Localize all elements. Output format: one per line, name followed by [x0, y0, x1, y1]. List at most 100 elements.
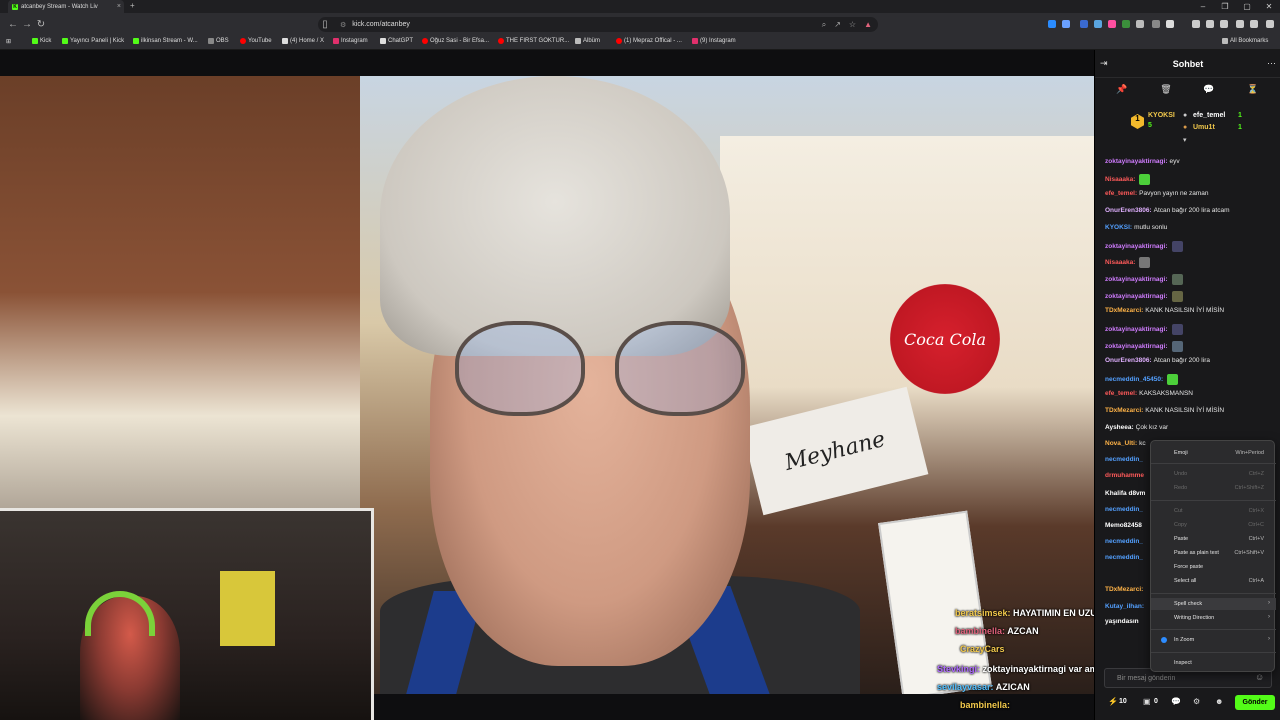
menu-item-undo[interactable]: Undo Ctrl+Z [1151, 468, 1276, 480]
extension-5-icon[interactable] [1108, 20, 1116, 28]
bookmark-item[interactable]: (1) Mepraz Offical - ... [616, 38, 682, 44]
expand-leaders-icon[interactable]: ▾ [1183, 136, 1187, 144]
channel-points-icon[interactable]: ⚡ [1108, 697, 1118, 706]
tabs-icon[interactable] [1220, 20, 1228, 28]
chat-username[interactable]: zoktayinayaktirnagi: [1105, 243, 1168, 250]
bookmark-item[interactable]: Albüm [575, 38, 600, 44]
all-bookmarks-button[interactable]: All Bookmarks [1222, 38, 1268, 44]
zoom-icon[interactable]: ⌕ [822, 20, 826, 30]
chat-username[interactable]: OnurEren3806: [1105, 207, 1152, 214]
chat-username[interactable]: necmeddin_ [1105, 554, 1143, 561]
settings-icon[interactable]: ⚙ [1193, 697, 1200, 706]
maximize-icon[interactable]: ❐ [1214, 0, 1236, 13]
star-icon[interactable]: ☆ [849, 20, 856, 29]
menu-item-select-all[interactable]: Select all Ctrl+A [1151, 575, 1276, 587]
chat-username[interactable]: Nisaaaka: [1105, 176, 1135, 183]
bookmark-item[interactable]: Instagram [333, 38, 368, 44]
extension-2-icon[interactable] [1062, 20, 1070, 28]
extension-1-icon[interactable] [1048, 20, 1056, 28]
chat-username[interactable]: Memo82458 [1105, 522, 1142, 529]
send-button[interactable]: Gönder [1235, 695, 1275, 710]
message-icon[interactable]: 💬 [1202, 84, 1216, 96]
chat-bubble-icon[interactable]: 💬 [1171, 697, 1181, 706]
emoji-picker-icon[interactable]: ☺ [1255, 672, 1264, 682]
shield-icon[interactable] [1250, 20, 1258, 28]
bookmark-item[interactable]: OBS [208, 38, 229, 44]
hourglass-icon[interactable]: ⏳ [1246, 84, 1260, 96]
chat-username[interactable]: zoktayinayaktirnagi: [1105, 158, 1168, 165]
bookmark-item[interactable]: Yayıncı Paneli | Kick [62, 38, 124, 44]
chat-username[interactable]: Aysheea: [1105, 424, 1134, 431]
address-bar[interactable]: ⚙ kick.com/atcanbey ⌕ ↗ ☆ ▲ [318, 17, 878, 32]
new-tab-button[interactable]: + [130, 1, 135, 10]
bookmark-item[interactable]: THE FIRST GOKTUR... [498, 38, 569, 44]
menu-item-copy[interactable]: Copy Ctrl+C [1151, 519, 1276, 531]
chat-username[interactable]: Nisaaaka: [1105, 259, 1135, 266]
chat-username[interactable]: KYOKSI: [1105, 224, 1132, 231]
bookmark-page-icon[interactable]: ▯ [318, 17, 332, 31]
chat-username[interactable]: OnurEren3806: [1105, 357, 1152, 364]
chat-username[interactable]: yaşındasın [1105, 618, 1139, 625]
extension-alert-icon[interactable]: ▲ [864, 20, 872, 29]
chat-username[interactable]: necmeddin_ [1105, 506, 1143, 513]
reload-icon[interactable]: ↻ [34, 17, 48, 31]
forward-icon[interactable]: → [20, 17, 34, 31]
reading-list-icon[interactable] [1206, 20, 1214, 28]
chat-more-icon[interactable]: ⋯ [1267, 58, 1276, 69]
chat-username[interactable]: zoktayinayaktirnagi: [1105, 293, 1168, 300]
chat-username[interactable]: zoktayinayaktirnagi: [1105, 276, 1168, 283]
gift-icon[interactable]: ▣ [1143, 697, 1151, 706]
sidebar-icon[interactable] [1192, 20, 1200, 28]
chat-username[interactable]: necmeddin_45450: [1105, 376, 1163, 383]
chat-username[interactable]: Nova_Ulti: [1105, 440, 1137, 447]
apps-grid-icon[interactable]: ⊞ [6, 38, 11, 45]
menu-item-paste[interactable]: Paste Ctrl+V [1151, 533, 1276, 545]
menu-item-inspect[interactable]: Inspect [1151, 657, 1276, 669]
extension-8-icon[interactable] [1152, 20, 1160, 28]
extension-3-icon[interactable] [1080, 20, 1088, 28]
chat-username[interactable]: TDxMezarci: [1105, 407, 1143, 414]
emote-icon[interactable]: ☻ [1215, 697, 1223, 706]
menu-item-paste-as-plain-text[interactable]: Paste as plain text Ctrl+Shift+V [1151, 547, 1276, 559]
restore-icon[interactable]: ▢ [1236, 0, 1258, 13]
extensions-puzzle-icon[interactable] [1166, 20, 1174, 28]
extension-4-icon[interactable] [1094, 20, 1102, 28]
back-icon[interactable]: ← [6, 17, 20, 31]
pin-icon[interactable]: 📌 [1115, 84, 1129, 96]
share-icon[interactable]: ↗ [834, 20, 841, 29]
trash-icon[interactable]: 🗑 [1159, 84, 1173, 96]
chat-username[interactable]: zoktayinayaktirnagi: [1105, 326, 1168, 333]
bookmark-item[interactable]: ChatGPT [380, 38, 413, 44]
chat-username[interactable]: zoktayinayaktirnagi: [1105, 343, 1168, 350]
chat-username[interactable]: necmeddin_ [1105, 538, 1143, 545]
chat-username[interactable]: Kutay_ilhan: [1105, 603, 1144, 610]
bookmark-item[interactable]: Oğuz Sasi - Bir Efsa... [422, 38, 489, 44]
menu-item-spell-check[interactable]: Spell check › [1151, 598, 1276, 610]
extension-7-icon[interactable] [1136, 20, 1144, 28]
tab-active[interactable]: K atcanbey Stream - Watch Liv × [8, 0, 124, 13]
menu-item-in-zoom[interactable]: In Zoom › [1151, 634, 1276, 646]
menu-item-cut[interactable]: Cut Ctrl+X [1151, 505, 1276, 517]
minimize-icon[interactable]: – [1192, 0, 1214, 13]
favorites-icon[interactable] [1236, 20, 1244, 28]
chat-username[interactable]: TDxMezarci: [1105, 586, 1143, 593]
extension-6-icon[interactable] [1122, 20, 1130, 28]
menu-item-writing-direction[interactable]: Writing Direction › [1151, 612, 1276, 624]
menu-item-redo[interactable]: Redo Ctrl+Shift+Z [1151, 482, 1276, 494]
chat-username[interactable]: drmuhamme [1105, 472, 1144, 479]
bookmark-item[interactable]: Kick [32, 38, 51, 44]
bookmark-item[interactable]: ilkinsan Stream - W... [133, 38, 198, 44]
menu-icon[interactable] [1266, 20, 1274, 28]
tab-close-icon[interactable]: × [117, 3, 121, 10]
bookmark-item[interactable]: YouTube [240, 38, 272, 44]
chat-username[interactable]: necmeddin_ [1105, 456, 1143, 463]
chat-username[interactable]: efe_temel: [1105, 190, 1137, 197]
close-window-icon[interactable]: ✕ [1258, 0, 1280, 13]
chat-username[interactable]: efe_temel: [1105, 390, 1137, 397]
site-info-icon[interactable]: ⚙ [340, 21, 346, 29]
chat-username[interactable]: Khalifa d8vm [1105, 490, 1145, 497]
bookmark-item[interactable]: (9) Instagram [692, 38, 736, 44]
menu-item-emoji[interactable]: Emoji Win+Period [1151, 447, 1276, 459]
bookmark-item[interactable]: (4) Home / X [282, 38, 324, 44]
menu-item-force-paste[interactable]: Force paste [1151, 561, 1276, 573]
